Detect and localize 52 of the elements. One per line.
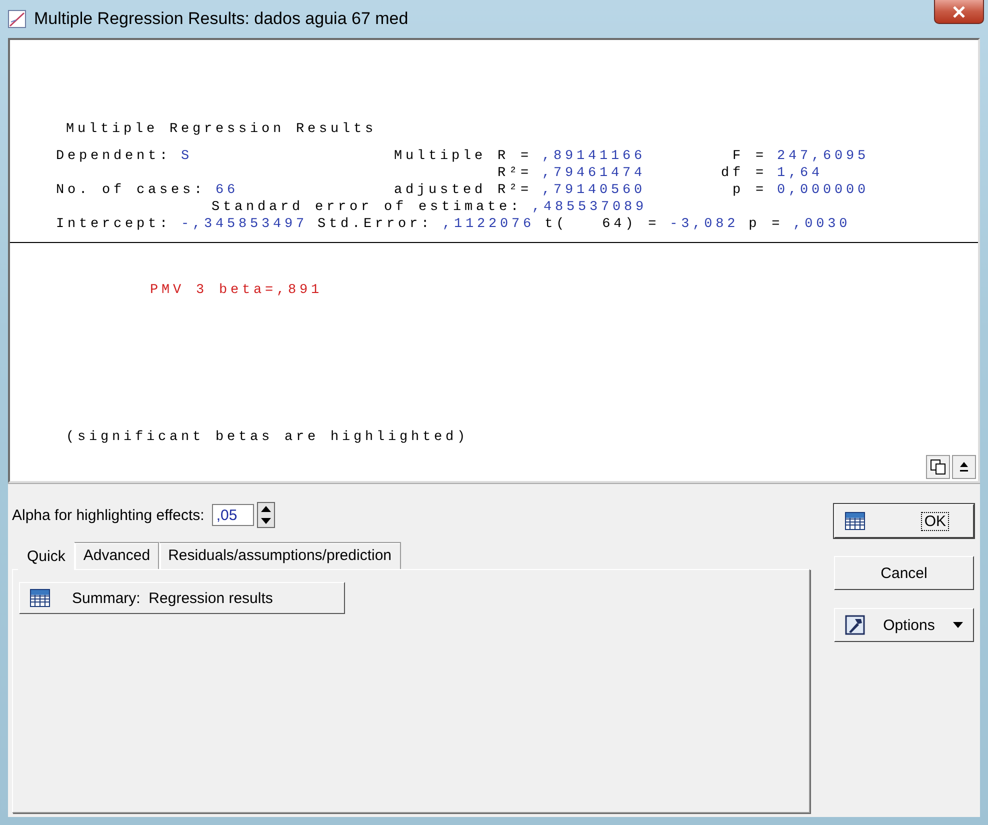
spinner-arrows[interactable] (257, 502, 276, 528)
stat-value: ,79140560 (542, 183, 646, 198)
collapse-icon (959, 461, 969, 473)
hammer-icon (845, 615, 865, 635)
up-arrow-icon (261, 506, 272, 512)
tab[interactable]: Advanced (74, 542, 160, 569)
stat-label: p = (731, 183, 767, 198)
alpha-field[interactable]: ,05 (212, 504, 254, 526)
chart-icon (8, 10, 26, 28)
collapse-button[interactable] (952, 455, 976, 479)
stat-value: -3,082 (670, 217, 739, 232)
copy-button[interactable] (926, 455, 950, 479)
down-arrow-icon (261, 518, 272, 524)
stat-label: Std.Error: (318, 217, 433, 232)
results-note: (significant betas are highlighted) (65, 430, 470, 445)
table-icon (845, 512, 865, 530)
stat-label: R²= (496, 166, 532, 181)
stat-value: ,79461474 (542, 166, 646, 181)
stat-value: ,1122076 (442, 217, 535, 232)
stat-value: ,0030 (793, 217, 851, 232)
stat-label: Intercept: (56, 217, 172, 232)
beta-result: PMV 3 beta=,891 (150, 283, 324, 298)
close-icon (952, 6, 966, 18)
caret-icon (952, 622, 963, 628)
stat-label: Multiple R = (392, 149, 532, 164)
summary-button[interactable]: Summary: Regression results (19, 582, 345, 614)
table-icon (30, 589, 50, 607)
stat-label: t( 64) = (544, 217, 660, 232)
stat-value: 247,6095 (777, 149, 870, 164)
ok-button[interactable]: OK (834, 504, 974, 538)
tab[interactable]: Residuals/assumptions/prediction (159, 542, 401, 569)
options-button[interactable]: Options (834, 608, 974, 642)
stat-value: ,485537089 (532, 200, 648, 215)
stat-label: df = (720, 166, 767, 181)
stat-value: 66 (216, 183, 239, 198)
close-button[interactable] (934, 0, 984, 24)
cancel-button[interactable]: Cancel (834, 556, 974, 590)
stat-value: 0,000000 (777, 183, 870, 198)
window-title: Multiple Regression Results: dados aguia 67 med (34, 9, 408, 29)
alpha-label: Alpha for highlighting effects: (12, 506, 204, 524)
stat-label: adjusted R²= (392, 183, 532, 198)
stat-label: Standard error of estimate: (210, 200, 522, 215)
stat-label: Dependent: (56, 149, 172, 164)
stat-label: No. of cases: (56, 183, 206, 198)
stat-value: S (181, 149, 193, 164)
stat-label: F = (731, 149, 767, 164)
results-heading: Multiple Regression Results (66, 122, 378, 137)
stat-value: 1,64 (777, 166, 824, 181)
stat-value: -,345853497 (181, 217, 308, 232)
copy-icon (930, 459, 946, 475)
stat-label: p = (748, 217, 784, 232)
stat-value: ,89141166 (542, 149, 646, 164)
